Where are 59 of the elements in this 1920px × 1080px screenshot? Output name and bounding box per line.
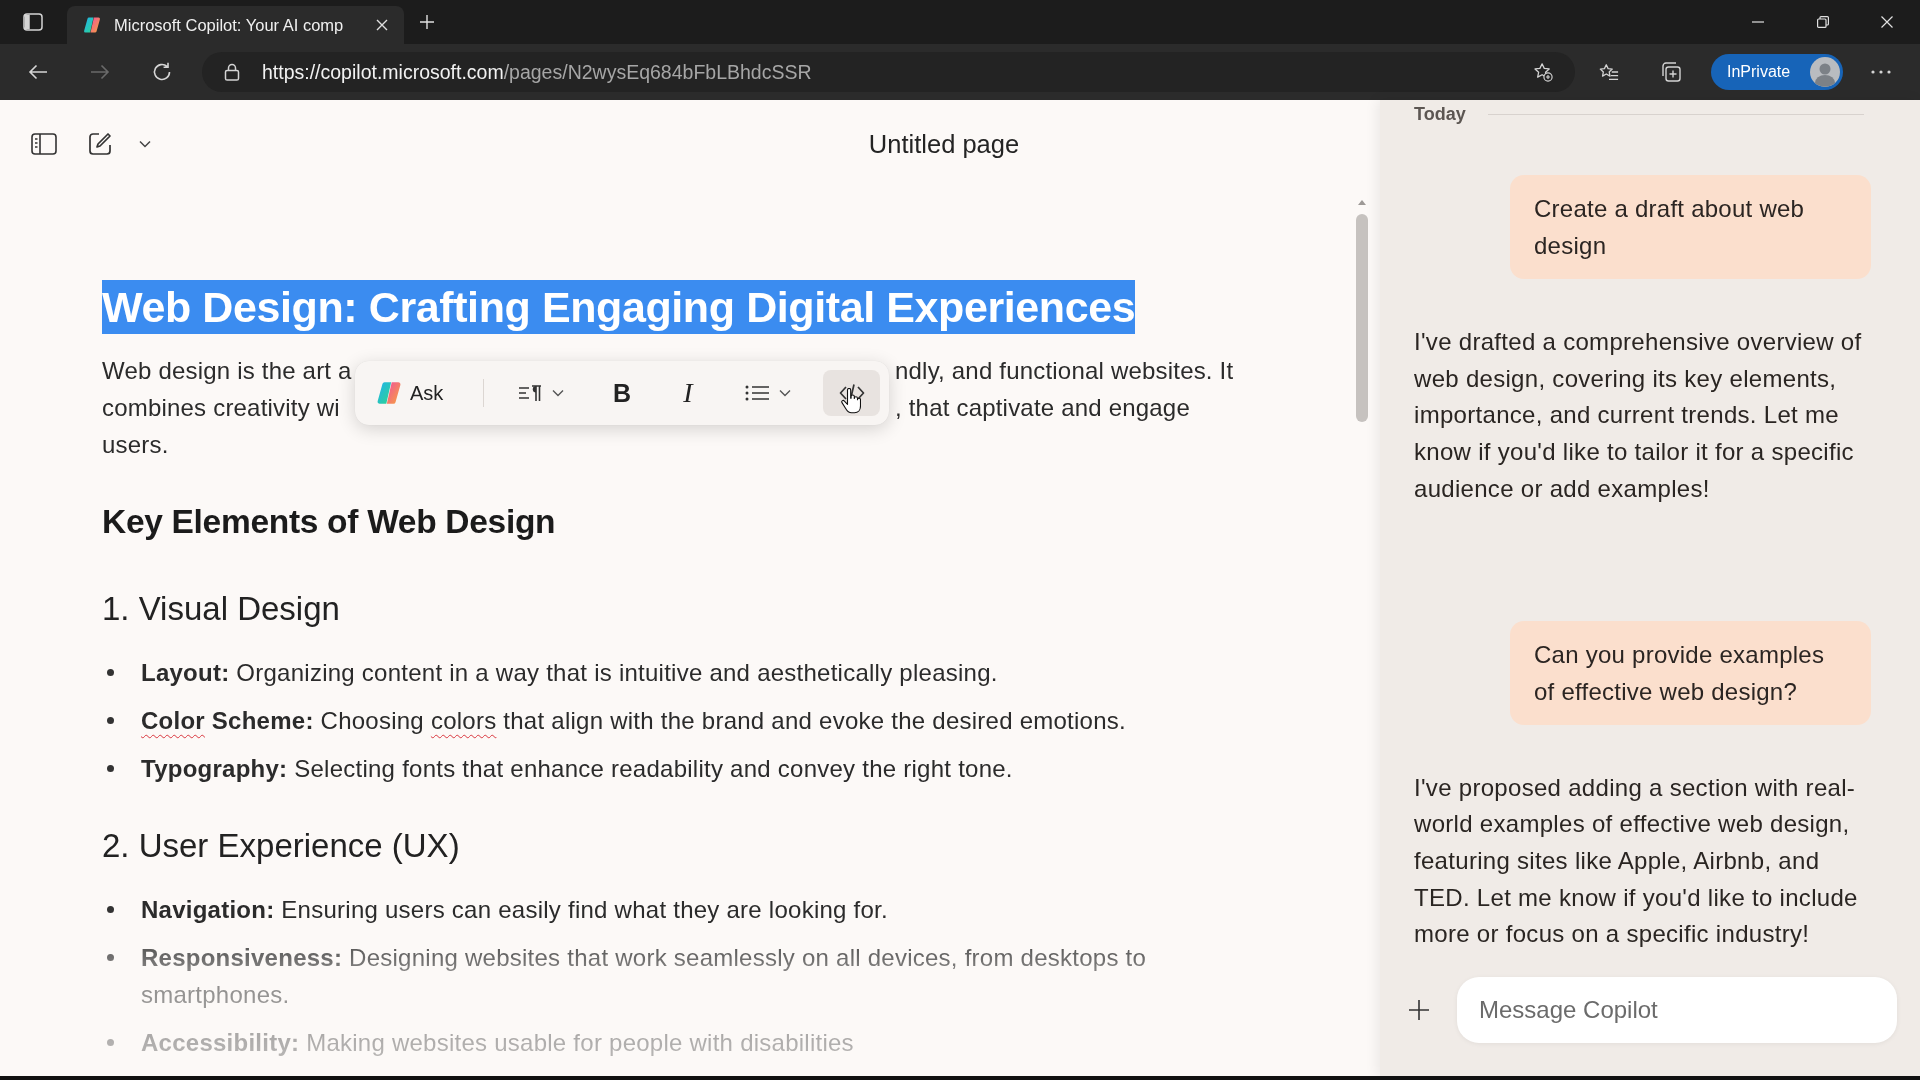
paragraph-style-icon [518, 383, 542, 403]
bullet-icon [107, 669, 114, 676]
more-icon[interactable] [1871, 70, 1891, 74]
bullet-text: Layout: Organizing content in a way that is intuitive and aesthetically pleasing. [141, 658, 998, 688]
bullet-icon [107, 954, 114, 961]
restore-icon[interactable] [1817, 16, 1829, 28]
collections-icon[interactable] [1661, 62, 1681, 82]
chevron-down-icon[interactable] [139, 140, 151, 148]
sidebar-icon[interactable] [31, 133, 57, 155]
compose-icon[interactable] [88, 132, 112, 156]
section-heading: Key Elements of Web Design [102, 502, 556, 542]
star-plus-icon[interactable] [1533, 62, 1553, 82]
site-logo-icon [83, 16, 101, 34]
plus-icon[interactable] [1409, 1000, 1429, 1020]
document-title: Web Design: Crafting Engaging Digital Experiences [102, 280, 1136, 334]
assistant-message: I've proposed adding a section with real-world examples of effective web design, featuring sites like Apple, Airbnb, and TED. Let me know if you'd like to include more or focus on a specific industry! [1414, 772, 1859, 950]
close-icon[interactable] [1881, 16, 1893, 28]
bullet-icon [107, 717, 114, 724]
scroll-up-arrow-icon[interactable] [1358, 200, 1366, 205]
logo-icon [376, 380, 402, 406]
refresh-icon[interactable] [152, 62, 172, 82]
chevron-down-icon [778, 389, 791, 397]
scrollbar-thumb[interactable] [1356, 214, 1368, 422]
avatar-icon [1810, 57, 1840, 87]
ask-button[interactable]: Ask [365, 370, 461, 416]
paragraph-text: users. [102, 430, 169, 460]
paragraph-text: ndly, and functional websites. It [895, 356, 1234, 386]
assistant-message: I've drafted a comprehensive overview of web design, covering its key elements, importance, and current trends. Let me know if you'd like to tailor it for a specific audience or add examples! [1414, 327, 1863, 504]
paragraph-text: combines creativity wi [102, 393, 340, 423]
bullet-text: Navigation: Ensuring users can easily find what they are looking for. [141, 895, 888, 925]
bullet-text: Responsiveness: Designing websites that work seamlessly on all devices, from desktops to smartphones. [141, 943, 1148, 1010]
user-message: Can you provide examples of effective web design? [1510, 620, 1871, 725]
italic-button[interactable]: I [667, 370, 709, 416]
user-message: Create a draft about web design [1510, 175, 1871, 279]
favorites-icon[interactable] [1599, 62, 1619, 82]
subsection-heading: 2. User Experience (UX) [102, 828, 460, 864]
inprivate-button[interactable]: InPrivate [1711, 54, 1843, 90]
paragraph-text: Web design is the art a [102, 356, 352, 386]
bullet-text: Typography: Selecting fonts that enhance readability and convey the right tone. [141, 754, 1013, 784]
date-label: Today [1414, 103, 1466, 125]
chevron-down-icon [552, 389, 564, 397]
bullet-text: Accessibility: Making websites usable for people with disabilities [141, 1028, 854, 1058]
subsection-heading: 1. Visual Design [102, 591, 340, 627]
bullet-text: Color Scheme: Choosing colors that align with the brand and evoke the desired emotions. [141, 706, 1126, 736]
bold-button[interactable]: B [601, 370, 643, 416]
back-icon[interactable] [28, 64, 48, 80]
panel-icon[interactable] [23, 13, 43, 31]
hand-cursor-icon [841, 388, 861, 414]
paragraph-text: , that captivate and engage [895, 393, 1190, 423]
message-input[interactable]: Message Copilot [1457, 977, 1897, 1043]
page-title: Untitled page [868, 129, 1020, 159]
bullet-icon [107, 906, 114, 913]
bulleted-list-icon [744, 384, 769, 402]
lock-icon [224, 63, 240, 81]
bullet-icon [107, 1039, 114, 1046]
close-icon[interactable] [376, 19, 388, 31]
address-bar[interactable]: https://copilot.microsoft.com/pages/N2wysEq684bFbLBhdcSSR [202, 52, 1575, 92]
bullet-icon [107, 765, 114, 772]
browser-tab[interactable]: Microsoft Copilot: Your AI comp [67, 6, 404, 44]
